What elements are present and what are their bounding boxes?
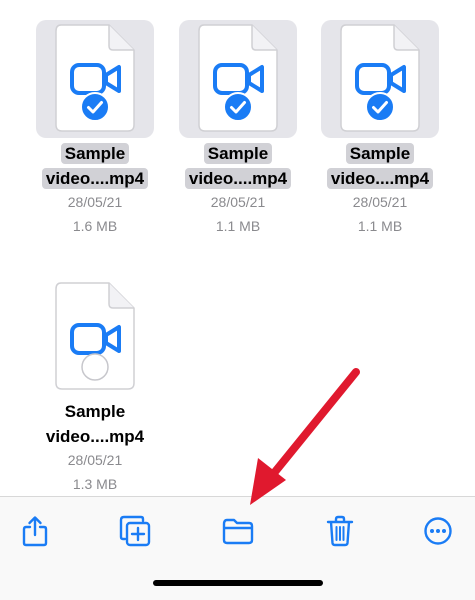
folder-icon: [222, 518, 254, 545]
checkmark-icon: [80, 92, 110, 122]
more-icon: [424, 517, 452, 545]
file-thumbnail[interactable]: [179, 20, 297, 138]
file-size: 1.1 MB: [357, 218, 403, 234]
duplicate-icon: [119, 515, 151, 547]
file-size: 1.1 MB: [215, 218, 261, 234]
video-camera-icon: [355, 63, 406, 95]
file-name-line1: Sample: [203, 143, 273, 164]
home-indicator: [153, 580, 323, 586]
file-tile[interactable]: Sample video....mp4 28/05/21 1.3 MB: [36, 278, 176, 518]
file-tile[interactable]: Sample video....mp4 28/05/21 1.6 MB: [36, 20, 176, 260]
file-size: 1.3 MB: [72, 476, 118, 492]
share-icon: [22, 516, 48, 547]
trash-icon: [326, 515, 354, 547]
file-name-line1: Sample: [64, 402, 126, 421]
checkmark-icon: [365, 92, 395, 122]
file-date: 28/05/21: [352, 194, 408, 210]
video-camera-icon: [70, 63, 121, 95]
file-thumbnail[interactable]: [321, 20, 439, 138]
file-tile[interactable]: Sample video....mp4 28/05/21 1.1 MB: [321, 20, 461, 260]
checkmark-icon: [223, 92, 253, 122]
file-date: 28/05/21: [67, 194, 123, 210]
file-name-line1: Sample: [60, 143, 130, 164]
file-date: 28/05/21: [210, 194, 266, 210]
share-button[interactable]: [15, 511, 55, 551]
file-size: 1.6 MB: [72, 218, 118, 234]
more-button[interactable]: [418, 511, 458, 551]
file-name-line1: Sample: [345, 143, 415, 164]
file-thumbnail[interactable]: [36, 278, 154, 396]
file-thumbnail[interactable]: [36, 20, 154, 138]
video-camera-icon: [70, 323, 121, 355]
file-name-line2: video....mp4: [41, 168, 149, 189]
file-name-line2: video....mp4: [184, 168, 292, 189]
empty-select-circle-icon[interactable]: [80, 352, 110, 382]
delete-button[interactable]: [320, 511, 360, 551]
file-name-line2: video....mp4: [45, 427, 145, 446]
move-to-folder-button[interactable]: [218, 511, 258, 551]
file-name-line2: video....mp4: [326, 168, 434, 189]
video-camera-icon: [213, 63, 264, 95]
file-tile[interactable]: Sample video....mp4 28/05/21 1.1 MB: [179, 20, 319, 260]
file-date: 28/05/21: [67, 452, 123, 468]
duplicate-button[interactable]: [115, 511, 155, 551]
